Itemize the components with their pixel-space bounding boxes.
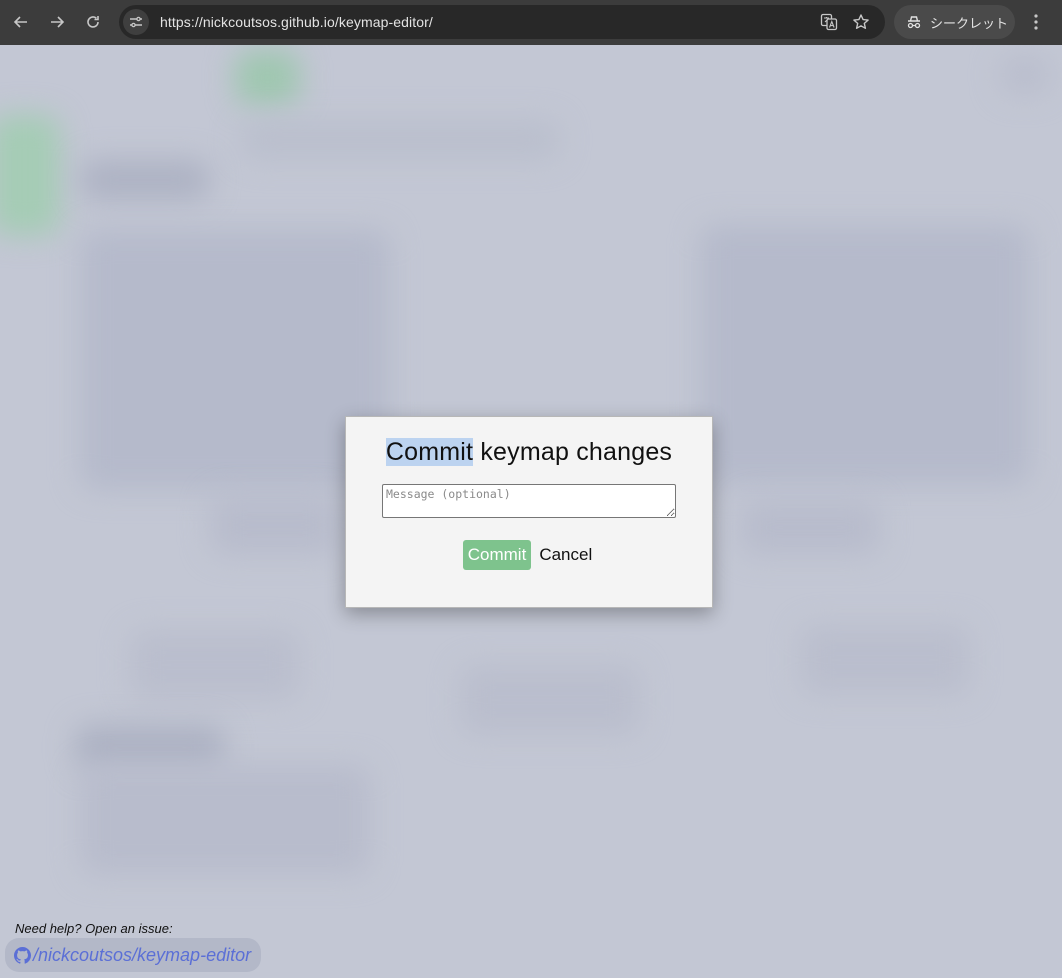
browser-toolbar: https://nickcoutsos.github.io/keymap-edi… [0,0,1062,45]
translate-icon[interactable] [819,12,839,32]
back-icon[interactable] [3,4,39,40]
commit-dialog: Commit keymap changes Commit Cancel [345,416,713,608]
blurred-key [210,495,340,555]
blurred-accent-shape [235,50,300,105]
blurred-key [800,625,970,695]
blurred-toolbar [240,120,560,160]
dialog-actions: Commit Cancel [346,540,712,570]
site-info-icon[interactable] [123,9,149,35]
more-menu-icon[interactable] [1024,6,1048,38]
incognito-label: シークレット [930,15,1009,31]
bookmark-star-icon[interactable] [851,12,871,32]
blurred-key [460,665,640,735]
dialog-title-rest: keymap changes [473,438,673,466]
incognito-badge[interactable]: シークレット [894,5,1015,39]
blurred-key [700,225,1030,485]
blurred-key [130,630,300,700]
blurred-corner-control [1000,55,1050,95]
commit-message-input[interactable] [382,484,676,518]
dialog-title: Commit keymap changes [346,438,712,467]
github-icon [14,946,31,964]
github-repo-link[interactable]: /nickcoutsos/keymap-editor [5,938,262,972]
help-text: Need help? Open an issue: [15,921,173,936]
dialog-title-selected: Commit [385,438,474,466]
blurred-heading [80,160,210,200]
blurred-accent-shape [0,115,60,235]
reload-icon[interactable] [75,4,111,40]
forward-icon[interactable] [39,4,75,40]
blurred-list [80,765,370,875]
url-text[interactable]: https://nickcoutsos.github.io/keymap-edi… [160,14,433,30]
commit-button[interactable]: Commit [462,540,532,570]
repo-link-text[interactable]: /nickcoutsos/keymap-editor [33,945,251,966]
address-bar[interactable]: https://nickcoutsos.github.io/keymap-edi… [119,5,885,39]
blurred-key [80,230,390,490]
incognito-icon [907,16,921,29]
cancel-button[interactable]: Cancel [536,540,595,570]
blurred-key [740,500,880,555]
blurred-subheading [75,725,225,770]
